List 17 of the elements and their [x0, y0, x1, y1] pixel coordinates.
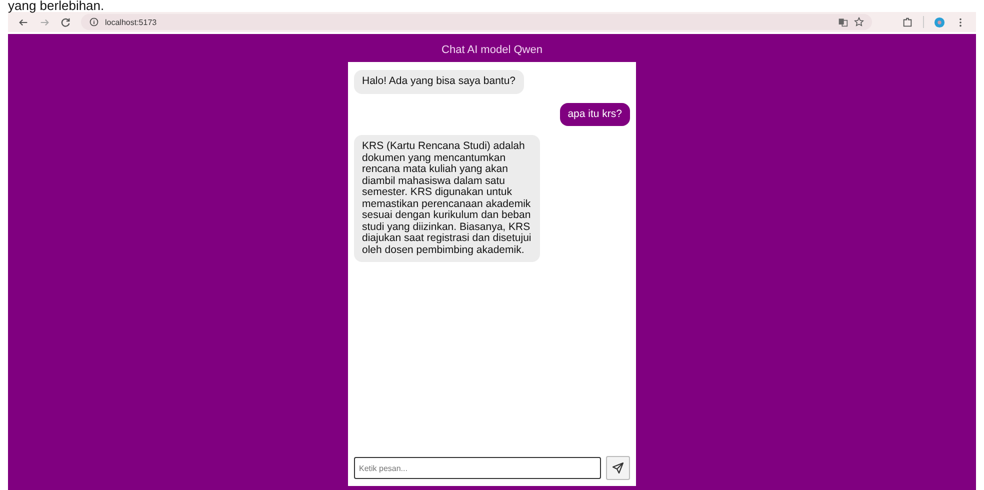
puzzle-icon[interactable]	[902, 16, 913, 28]
bot-message: KRS (Kartu Rencana Studi) adalah dokumen yang mencantumkan rencana mata kuliah yang akan diambil mahasiswa dalam satu semester. KRS digunakan untuk memastikan perencanaan akademik sesuai dengan kurikulum dan beban studi yang diizinkan. Biasanya, KRS diajukan saat registrasi dan disetujui oleh dosen pembimbing akademik.	[354, 135, 540, 262]
address-bar[interactable]: localhost:5173	[81, 14, 872, 30]
url-text: localhost:5173	[105, 18, 157, 26]
reload-icon[interactable]	[60, 16, 71, 28]
translate-icon[interactable]	[838, 17, 848, 27]
message-input[interactable]: Ketik pesan...	[354, 457, 601, 479]
info-icon[interactable]	[89, 17, 99, 27]
chat-title: Chat AI model Qwen	[442, 44, 542, 56]
bot-message: Halo! Ada yang bisa saya bantu?	[354, 70, 524, 94]
back-icon[interactable]	[18, 16, 29, 28]
avatar-icon[interactable]	[934, 16, 945, 28]
star-icon[interactable]	[854, 17, 864, 27]
send-button[interactable]	[606, 456, 630, 480]
caption-text: yang berlebihan.	[7, 0, 104, 12]
send-icon	[612, 462, 624, 474]
user-message: apa itu krs?	[560, 102, 630, 126]
